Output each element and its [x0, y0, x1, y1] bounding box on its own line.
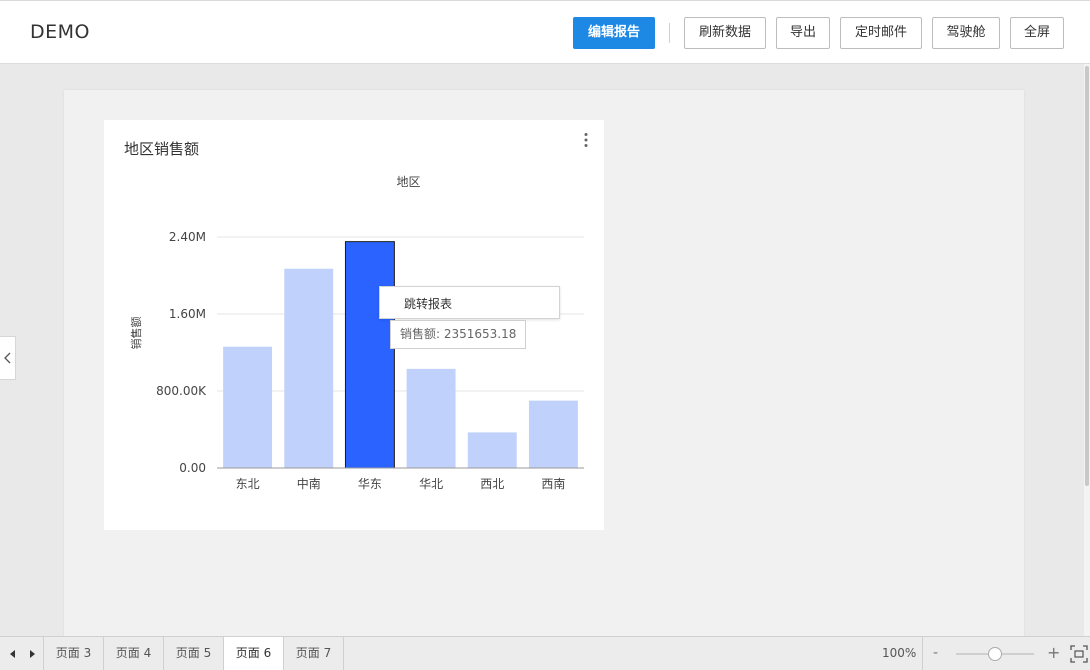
refresh-data-button[interactable]: 刷新数据	[684, 17, 766, 49]
bar[interactable]	[528, 400, 578, 468]
y-tick-label: 800.00K	[156, 384, 207, 398]
sidebar-toggle-button[interactable]	[0, 336, 16, 380]
scrollbar-thumb[interactable]	[1085, 66, 1089, 486]
top-toolbar: DEMO 编辑报告 刷新数据 导出 定时邮件 驾驶舱 全屏	[0, 0, 1090, 64]
zoom-in-button[interactable]: +	[1047, 643, 1060, 662]
page-tab[interactable]: 页面 6	[224, 637, 284, 670]
app-title: DEMO	[30, 21, 90, 43]
page-tab[interactable]: 页面 4	[104, 637, 164, 670]
y-axis-label: 销售额	[129, 317, 143, 350]
context-menu-item-jump-report[interactable]: 跳转报表	[404, 295, 452, 312]
x-tick-label: 华北	[419, 477, 443, 491]
fit-to-screen-icon[interactable]	[1070, 645, 1088, 663]
zoom-divider	[922, 637, 923, 670]
y-tick-label: 0.00	[179, 461, 206, 475]
x-tick-label: 西南	[541, 476, 565, 491]
bar[interactable]	[467, 432, 517, 468]
bar[interactable]	[406, 368, 456, 468]
page-tab[interactable]: 页面 3	[44, 637, 104, 670]
chevron-left-icon	[3, 352, 10, 364]
x-tick-label: 中南	[297, 476, 321, 491]
toolbar-divider	[669, 23, 670, 43]
zoom-out-button[interactable]: -	[933, 645, 938, 661]
x-tick-label: 西北	[480, 477, 504, 491]
chart-tooltip: 销售额: 2351653.18	[390, 320, 527, 349]
bar[interactable]	[223, 346, 273, 468]
fullscreen-button[interactable]: 全屏	[1010, 17, 1064, 49]
x-tick-label: 东北	[236, 477, 260, 491]
page-tab[interactable]: 页面 7	[284, 637, 344, 670]
edit-report-button[interactable]: 编辑报告	[573, 17, 655, 49]
page-tab-bar: 页面 3 页面 4 页面 5 页面 6 页面 7 100% - +	[0, 636, 1090, 670]
prev-page-arrow-icon[interactable]	[6, 647, 18, 661]
zoom-slider-knob[interactable]	[988, 647, 1002, 661]
bar-chart: 地区销售额 0.00 800.00K 1.60M 2.40M 东北 中南 华东 华北 西北 西南	[129, 175, 584, 491]
next-page-arrow-icon[interactable]	[26, 647, 38, 661]
zoom-level: 100%	[882, 646, 917, 660]
cockpit-button[interactable]: 驾驶舱	[932, 17, 1000, 49]
bar[interactable]	[344, 241, 395, 469]
schedule-mail-button[interactable]: 定时邮件	[840, 17, 922, 49]
y-tick-label: 1.60M	[169, 307, 206, 321]
x-tick-label: 华东	[358, 477, 382, 491]
export-button[interactable]: 导出	[776, 17, 830, 49]
chart-subtitle: 地区	[396, 175, 420, 189]
y-tick-label: 2.40M	[169, 230, 206, 244]
page-tab[interactable]: 页面 5	[164, 637, 224, 670]
context-menu: 跳转报表	[379, 286, 560, 319]
chart-card[interactable]: 地区销售额 地区销售额 0.00 800.00K 1.60M 2.40M 东北 中南 华东 华北…	[104, 120, 604, 530]
bar[interactable]	[284, 268, 334, 468]
